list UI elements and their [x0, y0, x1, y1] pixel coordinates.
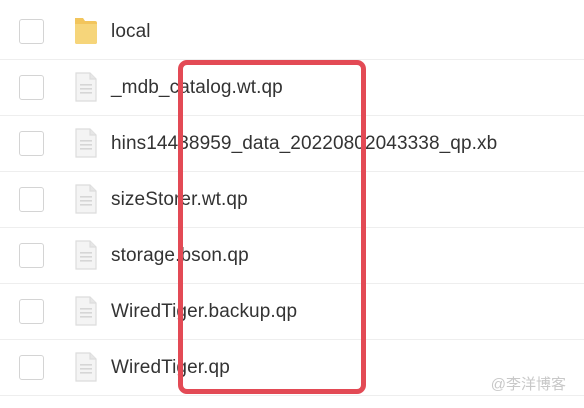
- file-name: _mdb_catalog.wt.qp: [111, 77, 283, 98]
- file-row-hins-data[interactable]: hins14438959_data_20220802043338_qp.xb: [0, 116, 584, 172]
- file-row-wiredtiger-backup[interactable]: WiredTiger.backup.qp: [0, 284, 584, 340]
- file-icon: [75, 240, 97, 270]
- row-checkbox[interactable]: [19, 75, 44, 100]
- file-name: WiredTiger.qp: [111, 357, 230, 378]
- row-checkbox[interactable]: [19, 131, 44, 156]
- file-row-sizestorer[interactable]: sizeStorer.wt.qp: [0, 172, 584, 228]
- row-checkbox[interactable]: [19, 299, 44, 324]
- file-name: local: [111, 21, 151, 42]
- file-row-local[interactable]: local: [0, 4, 584, 60]
- row-checkbox[interactable]: [19, 243, 44, 268]
- folder-icon: [75, 18, 97, 44]
- row-checkbox[interactable]: [19, 355, 44, 380]
- screenshot-canvas: local _mdb_catalog.wt.qp hins14438959_da…: [0, 0, 584, 408]
- file-list: local _mdb_catalog.wt.qp hins14438959_da…: [0, 0, 584, 400]
- row-checkbox[interactable]: [19, 19, 44, 44]
- file-icon: [75, 72, 97, 102]
- file-icon: [75, 296, 97, 326]
- file-name: WiredTiger.backup.qp: [111, 301, 298, 322]
- file-icon: [75, 352, 97, 382]
- file-icon: [75, 128, 97, 158]
- file-icon: [75, 184, 97, 214]
- file-row-mdb-catalog[interactable]: _mdb_catalog.wt.qp: [0, 60, 584, 116]
- file-row-storage-bson[interactable]: storage.bson.qp: [0, 228, 584, 284]
- file-name: storage.bson.qp: [111, 245, 249, 266]
- row-checkbox[interactable]: [19, 187, 44, 212]
- file-name: sizeStorer.wt.qp: [111, 189, 248, 210]
- file-name: hins14438959_data_20220802043338_qp.xb: [111, 133, 498, 154]
- watermark: @李洋博客: [490, 376, 566, 393]
